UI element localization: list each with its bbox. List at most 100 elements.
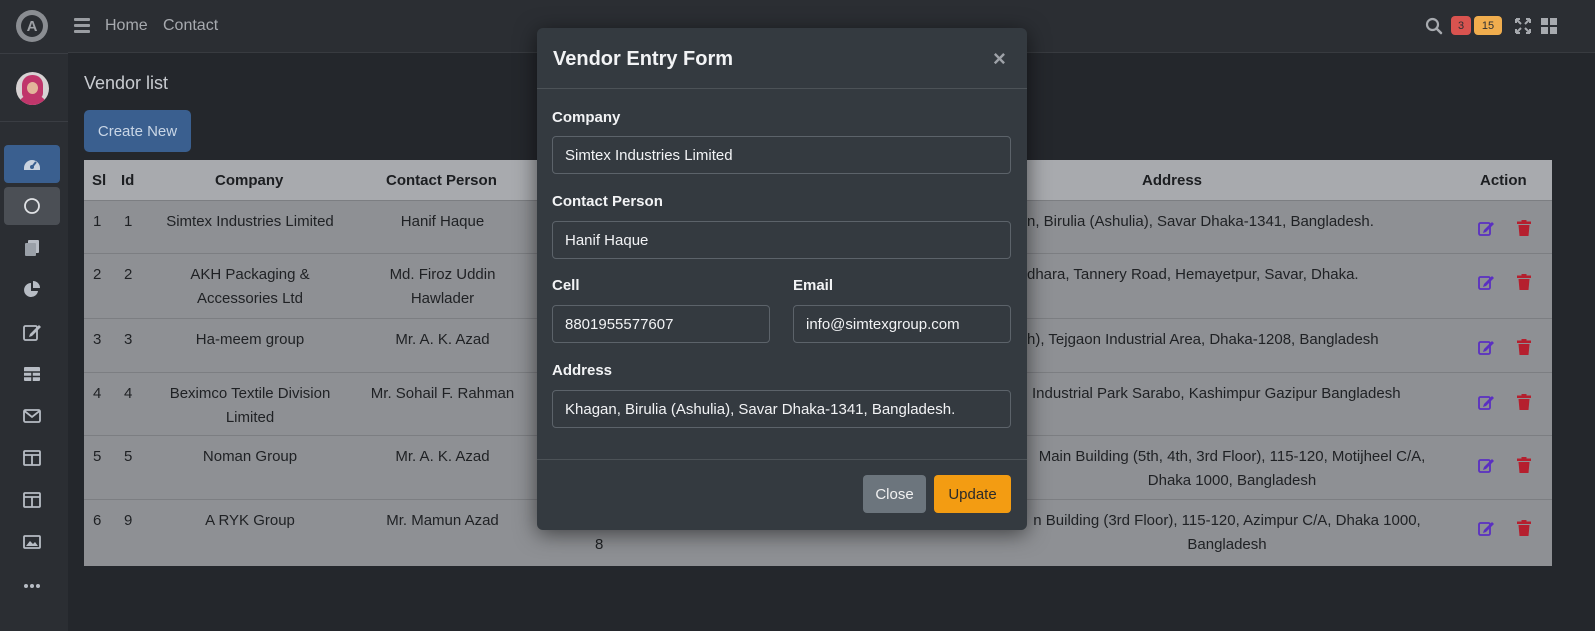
contact-person-label: Contact Person [552,193,663,210]
edit-icon[interactable] [1478,457,1494,473]
edit-icon[interactable] [1478,520,1494,536]
modal-footer-divider [537,459,1027,460]
cell-company: Noman Group [202,448,298,465]
cell-company: Simtex Industries Limited [166,213,334,230]
trash-icon[interactable] [1517,274,1531,290]
sidebar-item-gallery[interactable] [4,523,60,561]
edit-icon[interactable] [1478,220,1494,236]
cell-sl: 2 [93,266,102,283]
column-header-company[interactable]: Company [215,172,283,189]
trash-icon[interactable] [1517,520,1531,536]
notification-badge-yellow[interactable]: 15 [1474,16,1502,35]
columns-icon [23,492,41,508]
cell-contact: Md. Firoz Uddin Hawlader [389,266,496,307]
edit-icon[interactable] [1478,274,1494,290]
cell-contact: Mr. Mamun Azad [386,512,499,529]
edit-icon [23,325,41,341]
cell-address: n, Birulia (Ashulia), Savar Dhaka-1341, … [1027,213,1374,230]
cell-sl: 3 [93,331,102,348]
sidebar-item-extras[interactable] [4,481,60,519]
column-header-contact[interactable]: Contact Person [386,172,497,189]
update-button[interactable]: Update [934,475,1011,513]
cell-company: Beximco Textile Division Limited [169,385,331,426]
address-input[interactable] [552,390,1011,428]
brand-logo[interactable]: A [16,10,48,42]
sidebar-item-pages[interactable] [4,439,60,477]
close-icon[interactable]: × [993,48,1006,70]
cell-sl: 6 [93,512,102,529]
cell-contact: Hanif Haque [400,213,485,230]
email-input[interactable] [793,305,1011,343]
create-new-button[interactable]: Create New [84,110,191,152]
cell-id: 3 [124,331,133,348]
column-header-sl[interactable]: Sl [92,172,106,189]
table-icon [24,367,40,381]
cell-address: h), Tejgaon Industrial Area, Dhaka-1208,… [1027,331,1379,348]
cell-contact: Mr. A. K. Azad [395,331,490,348]
sidebar-item-dashboard[interactable] [4,145,60,183]
edit-icon[interactable] [1478,339,1494,355]
image-icon [23,535,41,549]
cell-company: A RYK Group [205,512,295,529]
ellipsis-icon [24,584,40,588]
copy-icon [25,240,39,256]
cell-sl: 4 [93,385,102,402]
trash-icon[interactable] [1517,394,1531,410]
columns-icon [23,450,41,466]
email-label: Email [793,277,834,294]
page-title: Vendor list [84,73,169,93]
address-label: Address [552,362,613,379]
sidebar-item-circle[interactable] [4,187,60,225]
column-header-address[interactable]: Address [1142,172,1202,189]
cell-id: 9 [124,512,133,529]
company-input[interactable] [552,136,1011,174]
cell-label: Cell [552,277,580,294]
cell-company: AKH Packaging & Accessories Ltd [190,266,310,307]
cell-id: 1 [124,213,133,230]
circle-icon [24,198,40,214]
cell-sl: 5 [93,448,102,465]
column-header-action[interactable]: Action [1480,172,1527,189]
cell-sl: 1 [93,213,102,230]
cell-contact: Mr. Sohail F. Rahman [370,385,515,402]
sidebar-item-mailbox[interactable] [4,397,60,435]
contact-person-input[interactable] [552,221,1011,259]
cell-address: n Building (3rd Floor), 115-120, Azimpur… [1033,512,1421,553]
nav-home-link[interactable]: Home [105,17,148,35]
sidebar-item-more[interactable] [4,567,60,605]
envelope-icon [23,409,41,423]
notification-badge-red[interactable]: 3 [1451,16,1471,35]
cell-company: Ha-meem group [195,331,305,348]
search-icon[interactable] [1425,17,1443,35]
sidebar-divider [0,53,68,54]
cell-id: 5 [124,448,133,465]
sidebar-item-forms[interactable] [4,313,60,351]
trash-icon[interactable] [1517,220,1531,236]
dashboard-icon [24,160,40,170]
modal-title: Vendor Entry Form [553,48,734,70]
cell-address: Main Building (5th, 4th, 3rd Floor), 115… [1038,448,1426,489]
vendor-entry-modal: Vendor Entry Form × Company Contact Pers… [537,28,1027,530]
sidebar-item-tables[interactable] [4,355,60,393]
user-avatar[interactable] [16,72,49,105]
close-button[interactable]: Close [863,475,926,513]
brand-logo-letter: A [26,17,38,35]
sidebar-item-charts[interactable] [4,271,60,309]
cell-input[interactable] [552,305,770,343]
menu-toggle-icon[interactable] [74,18,90,33]
cell-address: Industrial Park Sarabo, Kashimpur Gazipu… [1032,385,1401,402]
fullscreen-icon[interactable] [1514,17,1532,35]
cell-extra: 8 [595,536,604,553]
cell-contact: Mr. A. K. Azad [395,448,490,465]
cell-id: 2 [124,266,133,283]
sidebar-divider [0,121,68,122]
trash-icon[interactable] [1517,339,1531,355]
nav-contact-link[interactable]: Contact [163,17,218,35]
chart-pie-icon [24,281,40,297]
grid-icon[interactable] [1540,17,1558,35]
sidebar-item-copy[interactable] [4,229,60,267]
edit-icon[interactable] [1478,394,1494,410]
trash-icon[interactable] [1517,457,1531,473]
column-header-id[interactable]: Id [121,172,134,189]
cell-address: dhara, Tannery Road, Hemayetpur, Savar, … [1027,266,1359,283]
